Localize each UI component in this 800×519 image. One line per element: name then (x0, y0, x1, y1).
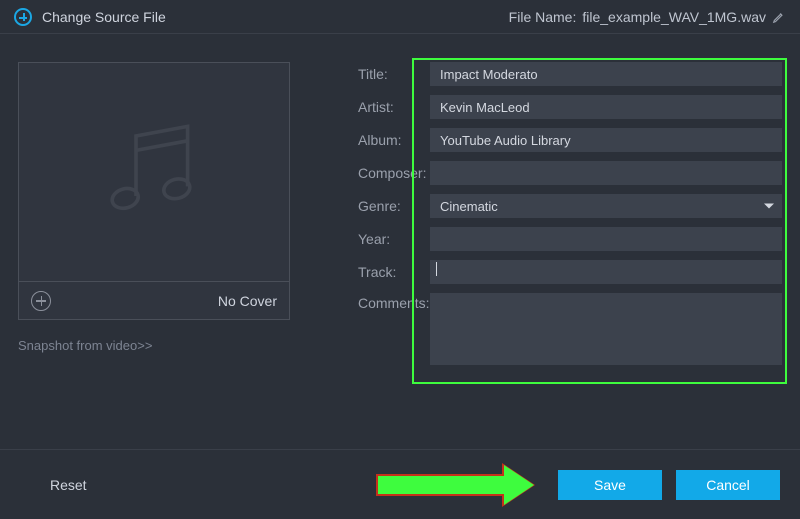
year-input[interactable] (430, 227, 782, 251)
row-genre: Genre: (358, 194, 782, 218)
label-artist: Artist: (358, 99, 430, 115)
label-album: Album: (358, 132, 430, 148)
label-comments: Comments: (358, 293, 430, 311)
title-input[interactable] (430, 62, 782, 86)
pencil-icon[interactable] (772, 10, 786, 24)
file-name-value: file_example_WAV_1MG.wav (582, 9, 766, 25)
reset-button[interactable]: Reset (50, 477, 87, 493)
artist-input[interactable] (430, 95, 782, 119)
row-year: Year: (358, 227, 782, 251)
row-comments: Comments: (358, 293, 782, 365)
plus-circle-icon (14, 8, 32, 26)
genre-input[interactable] (430, 194, 782, 218)
music-note-icon (19, 63, 289, 281)
label-genre: Genre: (358, 198, 430, 214)
top-bar: Change Source File File Name: file_examp… (0, 0, 800, 34)
cover-box: No Cover (18, 62, 290, 320)
label-composer: Composer: (358, 165, 430, 181)
label-year: Year: (358, 231, 430, 247)
genre-select[interactable] (430, 194, 782, 218)
change-source-label: Change Source File (42, 9, 166, 25)
row-title: Title: (358, 62, 782, 86)
change-source-button[interactable]: Change Source File (14, 8, 166, 26)
album-input[interactable] (430, 128, 782, 152)
main-area: No Cover Snapshot from video>> Title: Ar… (0, 34, 800, 434)
metadata-form: Title: Artist: Album: Composer: Genre: Y… (358, 62, 782, 434)
track-input[interactable] (430, 260, 782, 284)
row-track: Track: (358, 260, 782, 284)
text-cursor (436, 262, 437, 276)
no-cover-label: No Cover (218, 293, 277, 309)
file-name-display: File Name: file_example_WAV_1MG.wav (509, 9, 786, 25)
snapshot-link[interactable]: Snapshot from video>> (18, 338, 298, 353)
cancel-button[interactable]: Cancel (676, 470, 780, 500)
row-composer: Composer: (358, 161, 782, 185)
add-cover-button[interactable] (31, 291, 51, 311)
label-track: Track: (358, 264, 430, 280)
cover-column: No Cover Snapshot from video>> (18, 62, 298, 434)
row-album: Album: (358, 128, 782, 152)
file-name-label: File Name: (509, 9, 577, 25)
comments-input[interactable] (430, 293, 782, 365)
composer-input[interactable] (430, 161, 782, 185)
save-button[interactable]: Save (558, 470, 662, 500)
cover-bottom-bar: No Cover (19, 281, 289, 319)
label-title: Title: (358, 66, 430, 82)
bottom-bar: Reset Save Cancel (0, 449, 800, 519)
annotation-arrow (376, 466, 538, 504)
row-artist: Artist: (358, 95, 782, 119)
